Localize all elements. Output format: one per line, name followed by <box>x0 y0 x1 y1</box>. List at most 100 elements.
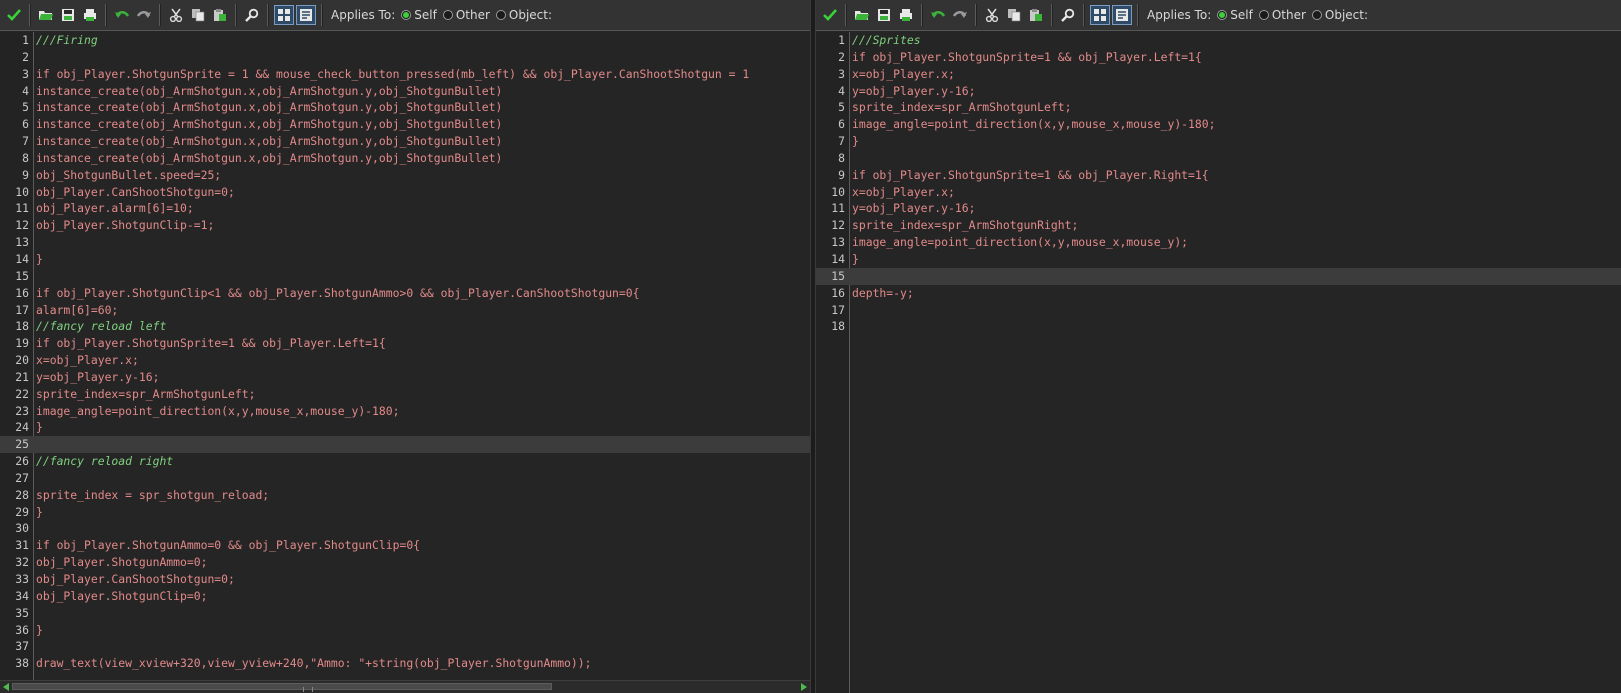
code-line[interactable]: 2 if obj_Player.ShotgunSprite=1 && obj_Pl… <box>816 49 1621 66</box>
code-line[interactable]: 29} <box>0 504 810 521</box>
paste-icon[interactable] <box>210 5 230 25</box>
code-text[interactable]: sprite_index=spr_ArmShotgunRight; <box>852 217 1078 234</box>
code-line[interactable]: 13 image_angle=point_direction(x,y,mouse_… <box>816 234 1621 251</box>
code-text[interactable]: instance_create(obj_ArmShotgun.x,obj_Arm… <box>36 150 502 167</box>
code-text[interactable]: image_angle=point_direction(x,y,mouse_x,… <box>36 403 399 420</box>
code-line[interactable]: 30 <box>0 520 810 537</box>
code-text[interactable]: obj_Player.ShotgunClip=0; <box>36 588 207 605</box>
code-line[interactable]: 23 image_angle=point_direction(x,y,mouse_… <box>0 403 810 420</box>
code-text[interactable]: ///Sprites <box>852 32 921 49</box>
undo-icon[interactable] <box>112 5 132 25</box>
code-text[interactable]: y=obj_Player.y-16; <box>852 200 975 217</box>
code-text[interactable]: //fancy reload right <box>36 453 173 470</box>
code-text[interactable]: sprite_index = spr_shotgun_reload; <box>36 487 269 504</box>
code-line[interactable]: 15 <box>0 268 810 285</box>
save-icon[interactable] <box>874 5 894 25</box>
code-line[interactable]: 24} <box>0 419 810 436</box>
code-line[interactable]: 9 if obj_Player.ShotgunSprite=1 && obj_Pl… <box>816 167 1621 184</box>
radio-other-dot[interactable] <box>1258 10 1269 20</box>
code-text[interactable]: ///Firing <box>36 32 98 49</box>
code-line[interactable]: 10 obj_Player.CanShootShotgun=0; <box>0 184 810 201</box>
code-line[interactable]: 19 if obj_Player.ShotgunSprite=1 && obj_P… <box>0 335 810 352</box>
cut-icon[interactable] <box>166 5 186 25</box>
open-icon[interactable] <box>36 5 56 25</box>
code-line[interactable]: 25 <box>0 436 810 454</box>
code-text[interactable]: obj_Player.alarm[6]=10; <box>36 200 194 217</box>
code-line[interactable]: 1 ///Sprites <box>816 32 1621 49</box>
properties-icon[interactable] <box>296 5 316 25</box>
code-line[interactable]: 12 obj_Player.ShotgunClip-=1; <box>0 217 810 234</box>
search-icon[interactable] <box>242 5 262 25</box>
radio-self-dot[interactable] <box>1217 10 1228 20</box>
code-text[interactable]: //fancy reload left <box>36 318 166 335</box>
print-icon[interactable] <box>896 5 916 25</box>
code-line[interactable]: 15 <box>816 267 1621 285</box>
code-text[interactable]: y=obj_Player.y-16; <box>36 369 159 386</box>
scroll-thumb[interactable] <box>12 683 552 692</box>
code-line[interactable]: 4 instance_create(obj_ArmShotgun.x,obj_Ar… <box>0 83 810 100</box>
code-line[interactable]: 35 <box>0 605 810 622</box>
code-line[interactable]: 9 obj_ShotgunBullet.speed=25; <box>0 167 810 184</box>
code-line[interactable]: 38 draw_text(view_xview+320,view_yview+24… <box>0 655 810 672</box>
code-text[interactable]: obj_Player.CanShootShotgun=0; <box>36 184 235 201</box>
radio-object-dot[interactable] <box>495 10 506 20</box>
grid-icon[interactable] <box>1090 5 1110 25</box>
search-icon[interactable] <box>1058 5 1078 25</box>
radio-object[interactable]: Object: <box>495 8 552 22</box>
code-text[interactable]: instance_create(obj_ArmShotgun.x,obj_Arm… <box>36 99 502 116</box>
radio-object-dot[interactable] <box>1311 10 1322 20</box>
code-line[interactable]: 36} <box>0 622 810 639</box>
code-text[interactable]: } <box>36 419 43 436</box>
code-text[interactable]: } <box>36 251 43 268</box>
grid-icon[interactable] <box>274 5 294 25</box>
code-line[interactable]: 37 <box>0 638 810 655</box>
code-line[interactable]: 16 depth=-y; <box>816 285 1621 302</box>
code-line[interactable]: 34 obj_Player.ShotgunClip=0; <box>0 588 810 605</box>
radio-self-dot[interactable] <box>401 10 412 20</box>
properties-icon[interactable] <box>1112 5 1132 25</box>
code-line[interactable]: 14} <box>816 251 1621 268</box>
code-line[interactable]: 17 alarm[6]=60; <box>0 302 810 319</box>
code-line[interactable]: 12 sprite_index=spr_ArmShotgunRight; <box>816 217 1621 234</box>
code-line[interactable]: 14} <box>0 251 810 268</box>
code-text[interactable]: depth=-y; <box>852 285 914 302</box>
code-line[interactable]: 5 instance_create(obj_ArmShotgun.x,obj_Ar… <box>0 99 810 116</box>
code-text[interactable]: obj_Player.ShotgunAmmo=0; <box>36 554 207 571</box>
scroll-left-arrow-icon[interactable] <box>3 683 9 691</box>
code-line[interactable]: 11 y=obj_Player.y-16; <box>816 200 1621 217</box>
code-line[interactable]: 33 obj_Player.CanShootShotgun=0; <box>0 571 810 588</box>
code-text[interactable]: } <box>852 251 859 268</box>
code-lines[interactable]: 1///Firing 2 3 if obj_Player.ShotgunSprite … <box>0 32 810 672</box>
radio-object[interactable]: Object: <box>1311 8 1368 22</box>
code-text[interactable]: if obj_Player.ShotgunSprite = 1 && mouse… <box>36 66 749 83</box>
code-text[interactable]: x=obj_Player.x; <box>852 184 955 201</box>
code-line[interactable]: 3 x=obj_Player.x; <box>816 66 1621 83</box>
code-text[interactable]: y=obj_Player.y-16; <box>852 83 975 100</box>
code-line[interactable]: 13 <box>0 234 810 251</box>
code-text[interactable]: if obj_Player.ShotgunSprite=1 && obj_Pla… <box>36 335 386 352</box>
radio-other[interactable]: Other <box>1258 8 1306 22</box>
code-text[interactable]: obj_ShotgunBullet.speed=25; <box>36 167 221 184</box>
code-line[interactable]: 16 if obj_Player.ShotgunClip<1 && obj_Pla… <box>0 285 810 302</box>
code-line[interactable]: 8 instance_create(obj_ArmShotgun.x,obj_Ar… <box>0 150 810 167</box>
code-line[interactable]: 7 instance_create(obj_ArmShotgun.x,obj_Ar… <box>0 133 810 150</box>
code-text[interactable]: } <box>36 504 43 521</box>
cut-icon[interactable] <box>982 5 1002 25</box>
code-text[interactable]: draw_text(view_xview+320,view_yview+240,… <box>36 655 591 672</box>
code-text[interactable]: sprite_index=spr_ArmShotgunLeft; <box>852 99 1071 116</box>
radio-self[interactable]: Self <box>401 8 437 22</box>
code-text[interactable]: instance_create(obj_ArmShotgun.x,obj_Arm… <box>36 116 502 133</box>
code-area[interactable]: 1 ///Sprites 2 if obj_Player.ShotgunSprite=… <box>816 32 1621 693</box>
code-text[interactable]: instance_create(obj_ArmShotgun.x,obj_Arm… <box>36 133 502 150</box>
code-line[interactable]: 6 image_angle=point_direction(x,y,mouse_x… <box>816 116 1621 133</box>
code-line[interactable]: 3 if obj_Player.ShotgunSprite = 1 && mous… <box>0 66 810 83</box>
code-line[interactable]: 11 obj_Player.alarm[6]=10; <box>0 200 810 217</box>
code-area[interactable]: 1///Firing 2 3 if obj_Player.ShotgunSprite … <box>0 32 810 681</box>
print-icon[interactable] <box>80 5 100 25</box>
copy-icon[interactable] <box>1004 5 1024 25</box>
open-icon[interactable] <box>852 5 872 25</box>
code-line[interactable]: 5 sprite_index=spr_ArmShotgunLeft; <box>816 99 1621 116</box>
code-text[interactable]: } <box>852 133 859 150</box>
code-line[interactable]: 27 <box>0 470 810 487</box>
code-line[interactable]: 4 y=obj_Player.y-16; <box>816 83 1621 100</box>
